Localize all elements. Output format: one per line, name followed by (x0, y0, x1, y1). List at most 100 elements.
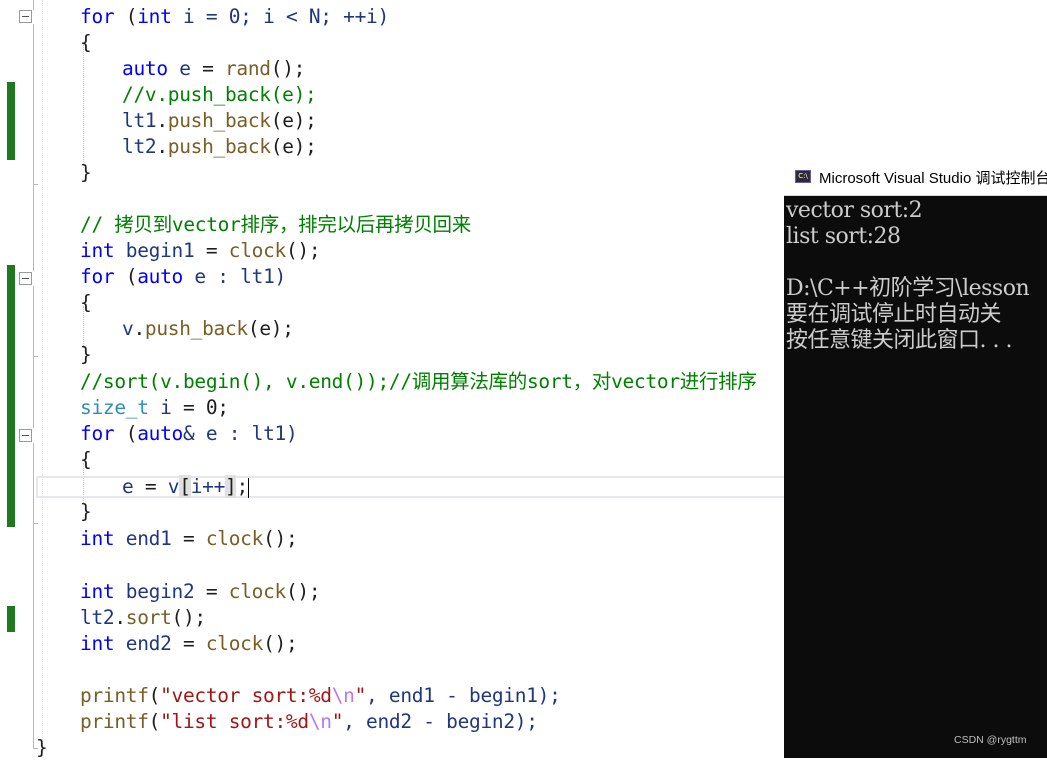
code-line[interactable]: lt2.push_back(e); (122, 134, 317, 160)
code-line[interactable]: for (int i = 0; i < N; ++i) (80, 4, 389, 30)
identifier: end2 (114, 632, 172, 655)
collapse-toggle-icon[interactable] (19, 272, 32, 285)
change-indicator (7, 606, 15, 632)
identifier: begin2 (114, 580, 195, 603)
keyword: int (137, 5, 172, 28)
function-name: push_back (167, 135, 271, 158)
code-line[interactable]: size_t i = 0; (80, 395, 229, 421)
brace: { (80, 448, 92, 471)
outline-line (33, 0, 34, 10)
function-name: push_back (167, 109, 271, 132)
console-app-icon: C:\ (795, 170, 811, 183)
escape-sequence: \n (331, 684, 355, 707)
keyword: auto (137, 422, 183, 445)
console-title-bar[interactable]: C:\ Microsoft Visual Studio 调试控制台 (784, 158, 1047, 196)
brace: { (80, 291, 92, 314)
punct: ( (114, 5, 138, 28)
keyword: for (80, 422, 115, 445)
identifier: i (148, 396, 172, 419)
string-literal: " (354, 684, 367, 707)
code-text: i = 0; i < N; ++i) (171, 5, 389, 28)
code-line[interactable]: lt2.sort(); (80, 605, 206, 631)
punct: (); (263, 632, 298, 655)
keyword: for (80, 265, 115, 288)
punct: = (194, 239, 229, 262)
brace: { (80, 31, 92, 54)
code-line[interactable]: } (80, 342, 92, 368)
code-line[interactable]: int begin2 = clock(); (80, 579, 321, 605)
code-line[interactable]: lt1.push_back(e); (122, 108, 317, 134)
code-line[interactable]: { (80, 290, 92, 316)
punct: . (156, 135, 168, 158)
code-line[interactable]: //v.push_back(e); (122, 82, 317, 108)
keyword: int (80, 632, 115, 655)
code-line[interactable]: //sort(v.begin(), v.end());//调用算法库的sort，… (80, 369, 757, 395)
outline-line (33, 286, 34, 356)
string-literal: "vector sort:%d (160, 684, 332, 707)
code-line[interactable]: } (36, 735, 48, 761)
outline-line (33, 184, 34, 271)
indent-guide (42, 0, 43, 748)
punct: = (194, 580, 229, 603)
identifier: lt1 (122, 109, 157, 132)
identifier: i++ (190, 475, 226, 498)
punct: (); (171, 606, 207, 629)
comment: //sort(v.begin(), v.end());//调用算法库的sort，… (80, 370, 757, 393)
code-line[interactable]: } (80, 160, 92, 186)
code-line[interactable]: { (80, 447, 92, 473)
code-line[interactable]: int end2 = clock(); (80, 631, 298, 657)
code-line[interactable]: v.push_back(e); (122, 316, 294, 342)
identifier: lt2 (122, 135, 157, 158)
console-title: Microsoft Visual Studio 调试控制台 (819, 170, 1047, 187)
punct: = (171, 632, 206, 655)
type-name: size_t (80, 396, 149, 419)
function-name: clock (205, 527, 264, 550)
change-indicator (7, 82, 15, 160)
indent-guide (83, 44, 84, 168)
code-line[interactable]: e = v[i++]; (122, 474, 249, 500)
collapse-toggle-icon[interactable] (19, 429, 32, 442)
code-line[interactable]: } (80, 499, 92, 525)
punct: (); (285, 239, 321, 262)
code-line[interactable]: { (80, 30, 92, 56)
function-name: printf (80, 684, 149, 707)
code-line[interactable]: for (auto e : lt1) (80, 264, 286, 290)
code-text: & e : lt1) (182, 422, 298, 445)
comment: //v.push_back(e); (122, 83, 317, 106)
punct: (e); (270, 109, 317, 132)
code-line[interactable]: printf("vector sort:%d\n", end1 - begin1… (80, 683, 561, 709)
console-output[interactable]: vector sort:2 list sort:28 D:\C++初阶学习\le… (786, 198, 1030, 354)
punct: (); (263, 527, 298, 550)
punct: = 0; (171, 396, 229, 419)
escape-sequence: \n (308, 710, 332, 733)
punct: (e); (270, 135, 317, 158)
code-line[interactable]: int begin1 = clock(); (80, 238, 321, 264)
code-line[interactable]: auto e = rand(); (122, 56, 305, 82)
debug-console-window[interactable]: C:\ Microsoft Visual Studio 调试控制台 vector… (784, 158, 1047, 758)
keyword: int (80, 580, 115, 603)
punct: . (133, 317, 145, 340)
function-name: printf (80, 710, 149, 733)
brace: } (36, 736, 48, 759)
punct: ( (148, 684, 161, 707)
console-line: 要在调试停止时自动关 (786, 302, 1002, 327)
collapse-toggle-icon[interactable] (19, 10, 32, 23)
brace: } (80, 500, 92, 523)
code-line[interactable]: for (auto& e : lt1) (80, 421, 298, 447)
punct: . (114, 606, 126, 629)
code-line[interactable]: int end1 = clock(); (80, 526, 298, 552)
keyword: auto (122, 57, 168, 80)
punct: = (190, 57, 225, 80)
code-line[interactable]: printf("list sort:%d\n", end2 - begin2); (80, 709, 538, 735)
function-name: push_back (144, 317, 248, 340)
punct: = (133, 475, 168, 498)
console-line: D:\C++初阶学习\lesson (786, 276, 1030, 301)
brace: } (80, 343, 92, 366)
code-line[interactable]: // 拷贝到vector排序，排完以后再拷贝回来 (80, 212, 471, 238)
punct: ( (148, 710, 161, 733)
outline-line (33, 443, 34, 523)
keyword: for (80, 5, 115, 28)
function-name: clock (228, 580, 287, 603)
identifier: e (122, 475, 134, 498)
